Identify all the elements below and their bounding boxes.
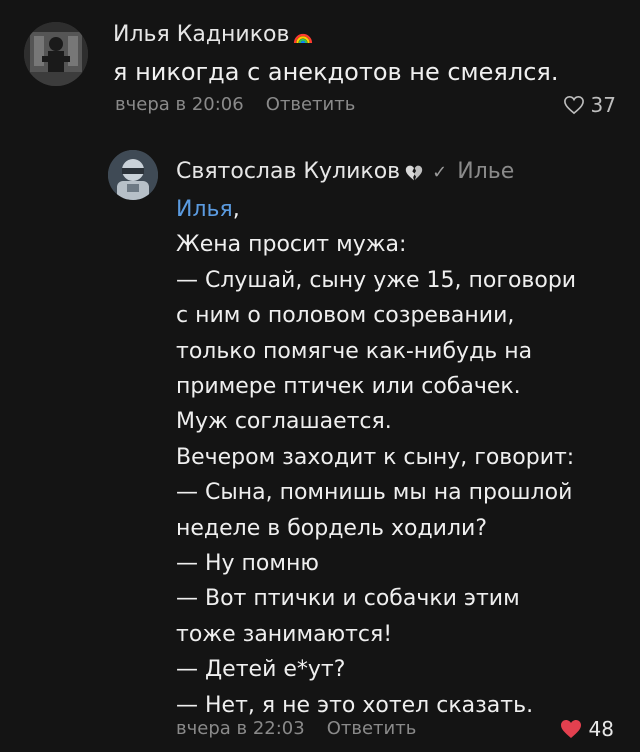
like-count: 48 [588, 717, 614, 741]
text-line: — Ну помню [176, 551, 319, 577]
text-line: примере птичек или собачек. [176, 374, 521, 400]
comment-time: вчера в 20:06 [115, 94, 244, 115]
mention-line: Илья, [176, 192, 616, 227]
reply-button[interactable]: Ответить [327, 718, 417, 739]
author-name[interactable]: Илья Кадников [113, 22, 289, 47]
like-button[interactable]: 37 [563, 93, 616, 117]
rainbow-icon [293, 26, 313, 44]
like-count: 37 [590, 93, 616, 117]
text-line: — Сына, помнишь мы на прошлой [176, 480, 573, 506]
mention-suffix: , [232, 197, 240, 222]
comment-text: Илья, Жена просит мужа: — Слушай, сыну у… [176, 192, 616, 723]
avatar[interactable] [108, 150, 158, 200]
avatar-image [108, 150, 158, 200]
comment-2: Святослав Куликов ✓ Илье Илья, Жена проси… [0, 140, 640, 752]
comment-time: вчера в 22:03 [176, 718, 305, 739]
broken-heart-icon [404, 163, 424, 181]
comment-text: я никогда с анекдотов не смеялся. [113, 58, 559, 86]
text-line: Жена просит мужа: [176, 232, 407, 258]
text-line: Муж соглашается. [176, 409, 392, 435]
text-line: только помягче как-нибудь на [176, 338, 533, 364]
author-name[interactable]: Святослав Куликов [176, 159, 400, 184]
comment-author[interactable]: Святослав Куликов ✓ Илье [176, 159, 514, 184]
comment-1: Илья Кадников я никогда с анекдотов не с… [0, 0, 640, 130]
heart-filled-icon [560, 720, 581, 738]
reply-to-target[interactable]: Илье [457, 159, 514, 184]
heart-outline-icon [563, 95, 584, 115]
reply-button[interactable]: Ответить [266, 94, 356, 115]
mention-link[interactable]: Илья [176, 197, 233, 222]
text-line: — Слушай, сыну уже 15, поговори [176, 267, 577, 293]
text-line: — Вот птички и собачки этим [176, 586, 520, 612]
checkmark-icon: ✓ [432, 162, 448, 183]
like-button[interactable]: 48 [559, 717, 614, 741]
text-line: неделе в бордель ходили? [176, 515, 487, 541]
text-line: Вечером заходит к сыну, говорит: [176, 444, 575, 470]
avatar-image [24, 22, 88, 86]
text-line: с ним о половом созревании, [176, 303, 515, 329]
avatar[interactable] [24, 22, 88, 86]
comment-author[interactable]: Илья Кадников [113, 22, 313, 47]
text-line: тоже занимаются! [176, 621, 393, 647]
comment-meta: вчера в 22:03 Ответить [176, 718, 416, 739]
text-line: — Детей е*ут? [176, 657, 346, 683]
comment-meta: вчера в 20:06 Ответить [115, 94, 355, 115]
